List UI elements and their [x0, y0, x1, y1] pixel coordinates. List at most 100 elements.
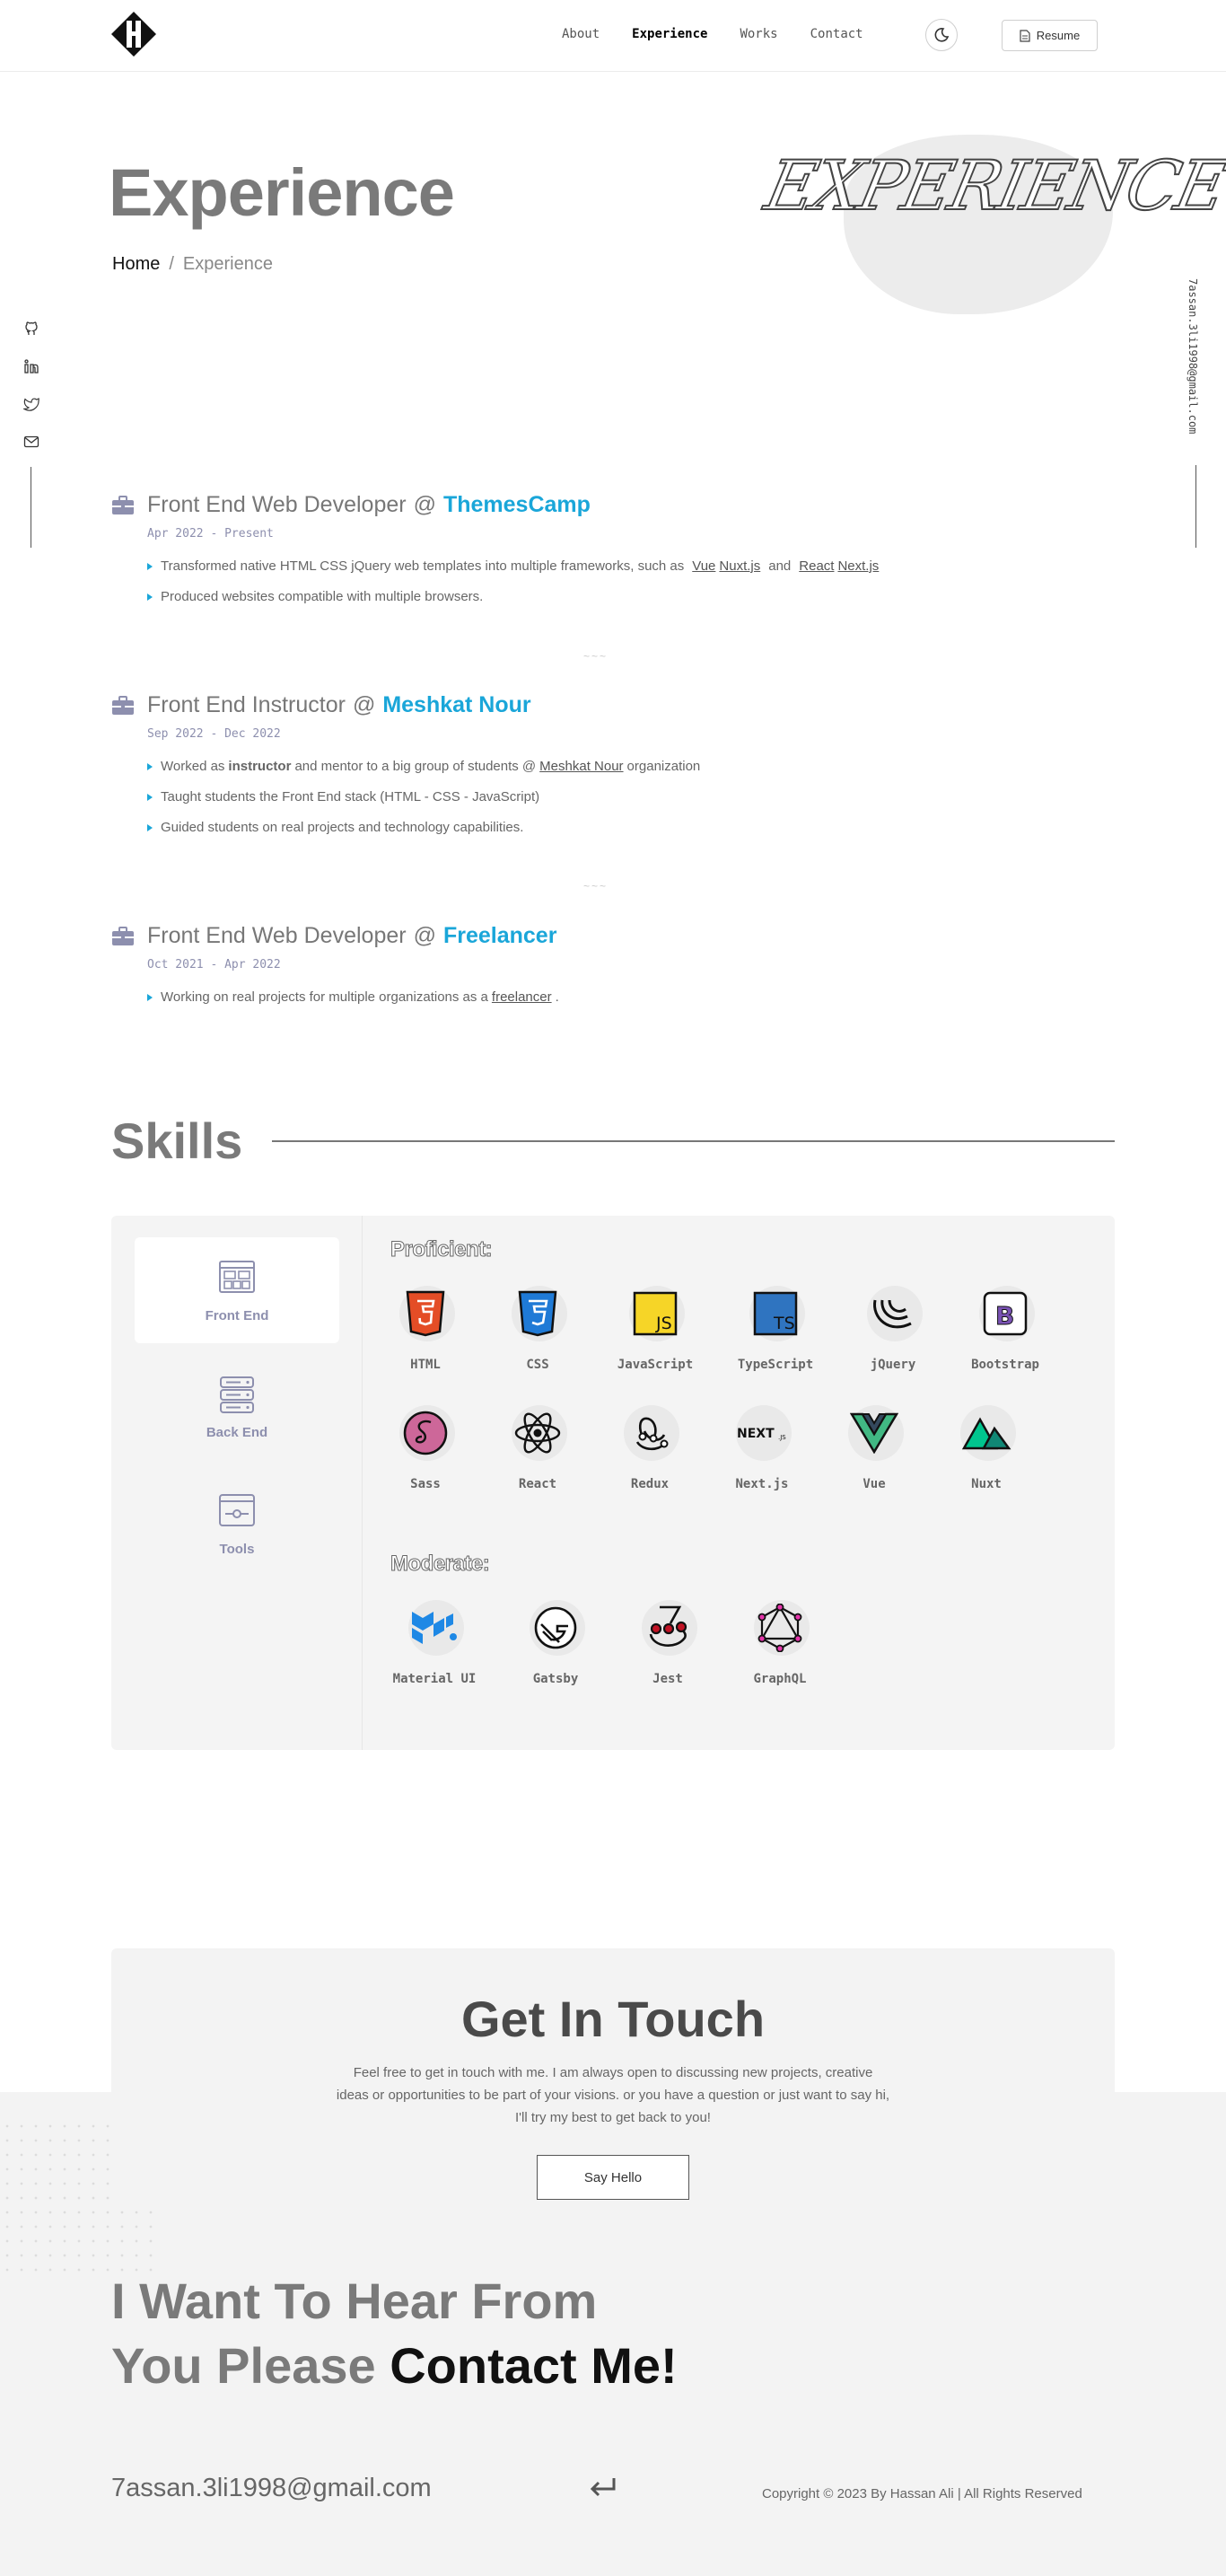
nuxt-icon — [961, 1417, 1011, 1450]
skill-label: JavaScript — [617, 1358, 694, 1372]
nav-link-experience[interactable]: Experience — [632, 27, 707, 41]
skill-bootstrap: B Bootstrap — [956, 1279, 1055, 1372]
bullet-bold: instructor — [228, 759, 292, 774]
tab-tools[interactable]: Tools — [135, 1471, 339, 1577]
skill-label: Gatsby — [532, 1672, 579, 1686]
redux-icon — [635, 1417, 669, 1451]
link-freelancer[interactable]: freelancer — [492, 989, 552, 1005]
skills-title-line — [272, 1140, 1115, 1142]
contact-headline-dark[interactable]: Contact Me! — [390, 2337, 677, 2394]
skill-label: Redux — [630, 1477, 670, 1491]
skills-panel: Front End Back End Tools Proficient: HTM… — [111, 1216, 1115, 1750]
skill-gatsby: Gatsby — [506, 1593, 605, 1686]
skill-label: Bootstrap — [971, 1358, 1039, 1372]
skill-react: React — [488, 1398, 587, 1491]
nextjs-icon: NEXT .JS — [737, 1427, 786, 1441]
skill-label: Sass — [410, 1477, 441, 1491]
divider: ~~~ — [583, 650, 609, 663]
skill-nextjs: NEXT .JS Next.js — [713, 1398, 811, 1491]
skill-label: jQuery — [870, 1358, 916, 1372]
link-nuxt[interactable]: Nuxt.js — [719, 558, 760, 574]
react-icon — [514, 1412, 561, 1454]
contact-headline-line1: I Want To Hear From — [111, 2273, 598, 2329]
twitter-icon[interactable] — [22, 395, 40, 413]
experience-item: Front End Instructor @ Meshkat Nour Sep … — [111, 692, 1009, 850]
breadcrumb-separator: / — [169, 254, 174, 274]
breadcrumb-current: Experience — [182, 254, 273, 274]
link-meshkat-nour[interactable]: Meshkat Nour — [539, 759, 623, 774]
svg-text:.JS: .JS — [778, 1434, 786, 1441]
side-email-link[interactable]: 7assan.3li1998@gmail.com — [1187, 278, 1199, 434]
github-icon[interactable] — [22, 320, 40, 338]
skill-label: Jest — [652, 1672, 683, 1686]
bullet-text: Taught students the Front End stack (HTM… — [161, 789, 540, 804]
bullet-post: organization — [626, 759, 701, 774]
moon-icon — [934, 28, 949, 42]
javascript-icon: JS — [633, 1291, 678, 1336]
list-item: Produced websites compatible with multip… — [147, 589, 1009, 604]
tab-back-end[interactable]: Back End — [135, 1354, 339, 1460]
experience-company[interactable]: Freelancer — [443, 923, 556, 949]
logo[interactable] — [111, 12, 156, 57]
breadcrumb-home[interactable]: Home — [112, 254, 160, 275]
top-navbar: About Experience Works Contact Resume — [0, 0, 1226, 72]
say-hello-button[interactable]: Say Hello — [537, 2155, 689, 2200]
linkedin-icon[interactable] — [22, 357, 40, 375]
contact-headline-grey: You Please — [111, 2337, 376, 2394]
nav-link-works[interactable]: Works — [740, 27, 777, 41]
experience-role: Front End Web Developer — [147, 492, 407, 517]
bullet-and: and — [768, 558, 792, 574]
svg-text:NEXT: NEXT — [737, 1427, 775, 1441]
copyright: Copyright © 2023 By Hassan Ali | All Rig… — [762, 2486, 1082, 2501]
tab-label: Tools — [219, 1541, 255, 1557]
experience-role: Front End Instructor — [147, 692, 346, 717]
skill-label: Material UI — [392, 1672, 477, 1686]
bullet-text: Produced websites compatible with multip… — [161, 589, 484, 604]
skill-javascript: JS JavaScript — [606, 1279, 705, 1372]
contact-headline-line2: You Please Contact Me! — [111, 2336, 678, 2395]
resume-button[interactable]: Resume — [1002, 20, 1098, 51]
footer-email-link[interactable]: 7assan.3li1998@gmail.com — [111, 2474, 432, 2503]
link-vue[interactable]: Vue — [692, 558, 715, 574]
mail-icon[interactable] — [22, 433, 40, 451]
experience-role: Front End Web Developer — [147, 923, 407, 948]
skill-label: React — [518, 1477, 557, 1491]
server-icon — [220, 1376, 254, 1413]
bullet-pre: Working on real projects for multiple or… — [161, 989, 488, 1005]
side-line-right — [1195, 465, 1196, 548]
skill-jest: Jest — [618, 1593, 717, 1686]
gatsby-icon — [534, 1606, 577, 1649]
skill-label: TypeScript — [737, 1358, 814, 1372]
tab-label: Back End — [206, 1424, 268, 1440]
skill-label: Nuxt — [971, 1477, 1002, 1491]
breadcrumb: Home / Experience — [112, 254, 273, 275]
resume-label: Resume — [1036, 29, 1081, 42]
enter-arrow-icon[interactable] — [587, 2475, 619, 2506]
experience-item: Front End Web Developer @ Freelancer Oct… — [111, 923, 1009, 1020]
link-next[interactable]: Next.js — [837, 558, 879, 574]
tab-front-end[interactable]: Front End — [135, 1237, 339, 1343]
experience-date: Sep 2022 - Dec 2022 — [147, 727, 281, 741]
bullet-icon — [147, 993, 153, 1001]
skill-label: CSS — [526, 1358, 549, 1372]
experience-company[interactable]: ThemesCamp — [443, 492, 591, 518]
link-react[interactable]: React — [799, 558, 834, 574]
bullet-post: . — [555, 989, 559, 1005]
skill-label: Vue — [863, 1477, 886, 1491]
experience-company[interactable]: Meshkat Nour — [382, 692, 530, 718]
vue-icon — [850, 1412, 898, 1454]
page-title: Experience — [109, 155, 455, 230]
theme-toggle-button[interactable] — [925, 19, 958, 51]
social-links — [22, 320, 40, 451]
skill-graphql: GraphQL — [731, 1593, 829, 1686]
briefcase-icon — [112, 926, 134, 945]
experience-item: Front End Web Developer @ ThemesCamp Apr… — [111, 492, 1009, 620]
skill-material-ui: Material UI — [385, 1593, 484, 1686]
nav-link-contact[interactable]: Contact — [810, 27, 863, 41]
skill-label: Next.js — [735, 1477, 789, 1491]
bullet-icon — [147, 593, 153, 601]
front-end-icon — [219, 1260, 255, 1293]
nav-link-about[interactable]: About — [562, 27, 600, 41]
list-item: Guided students on real projects and tec… — [147, 820, 1009, 835]
material-ui-icon — [412, 1612, 457, 1644]
